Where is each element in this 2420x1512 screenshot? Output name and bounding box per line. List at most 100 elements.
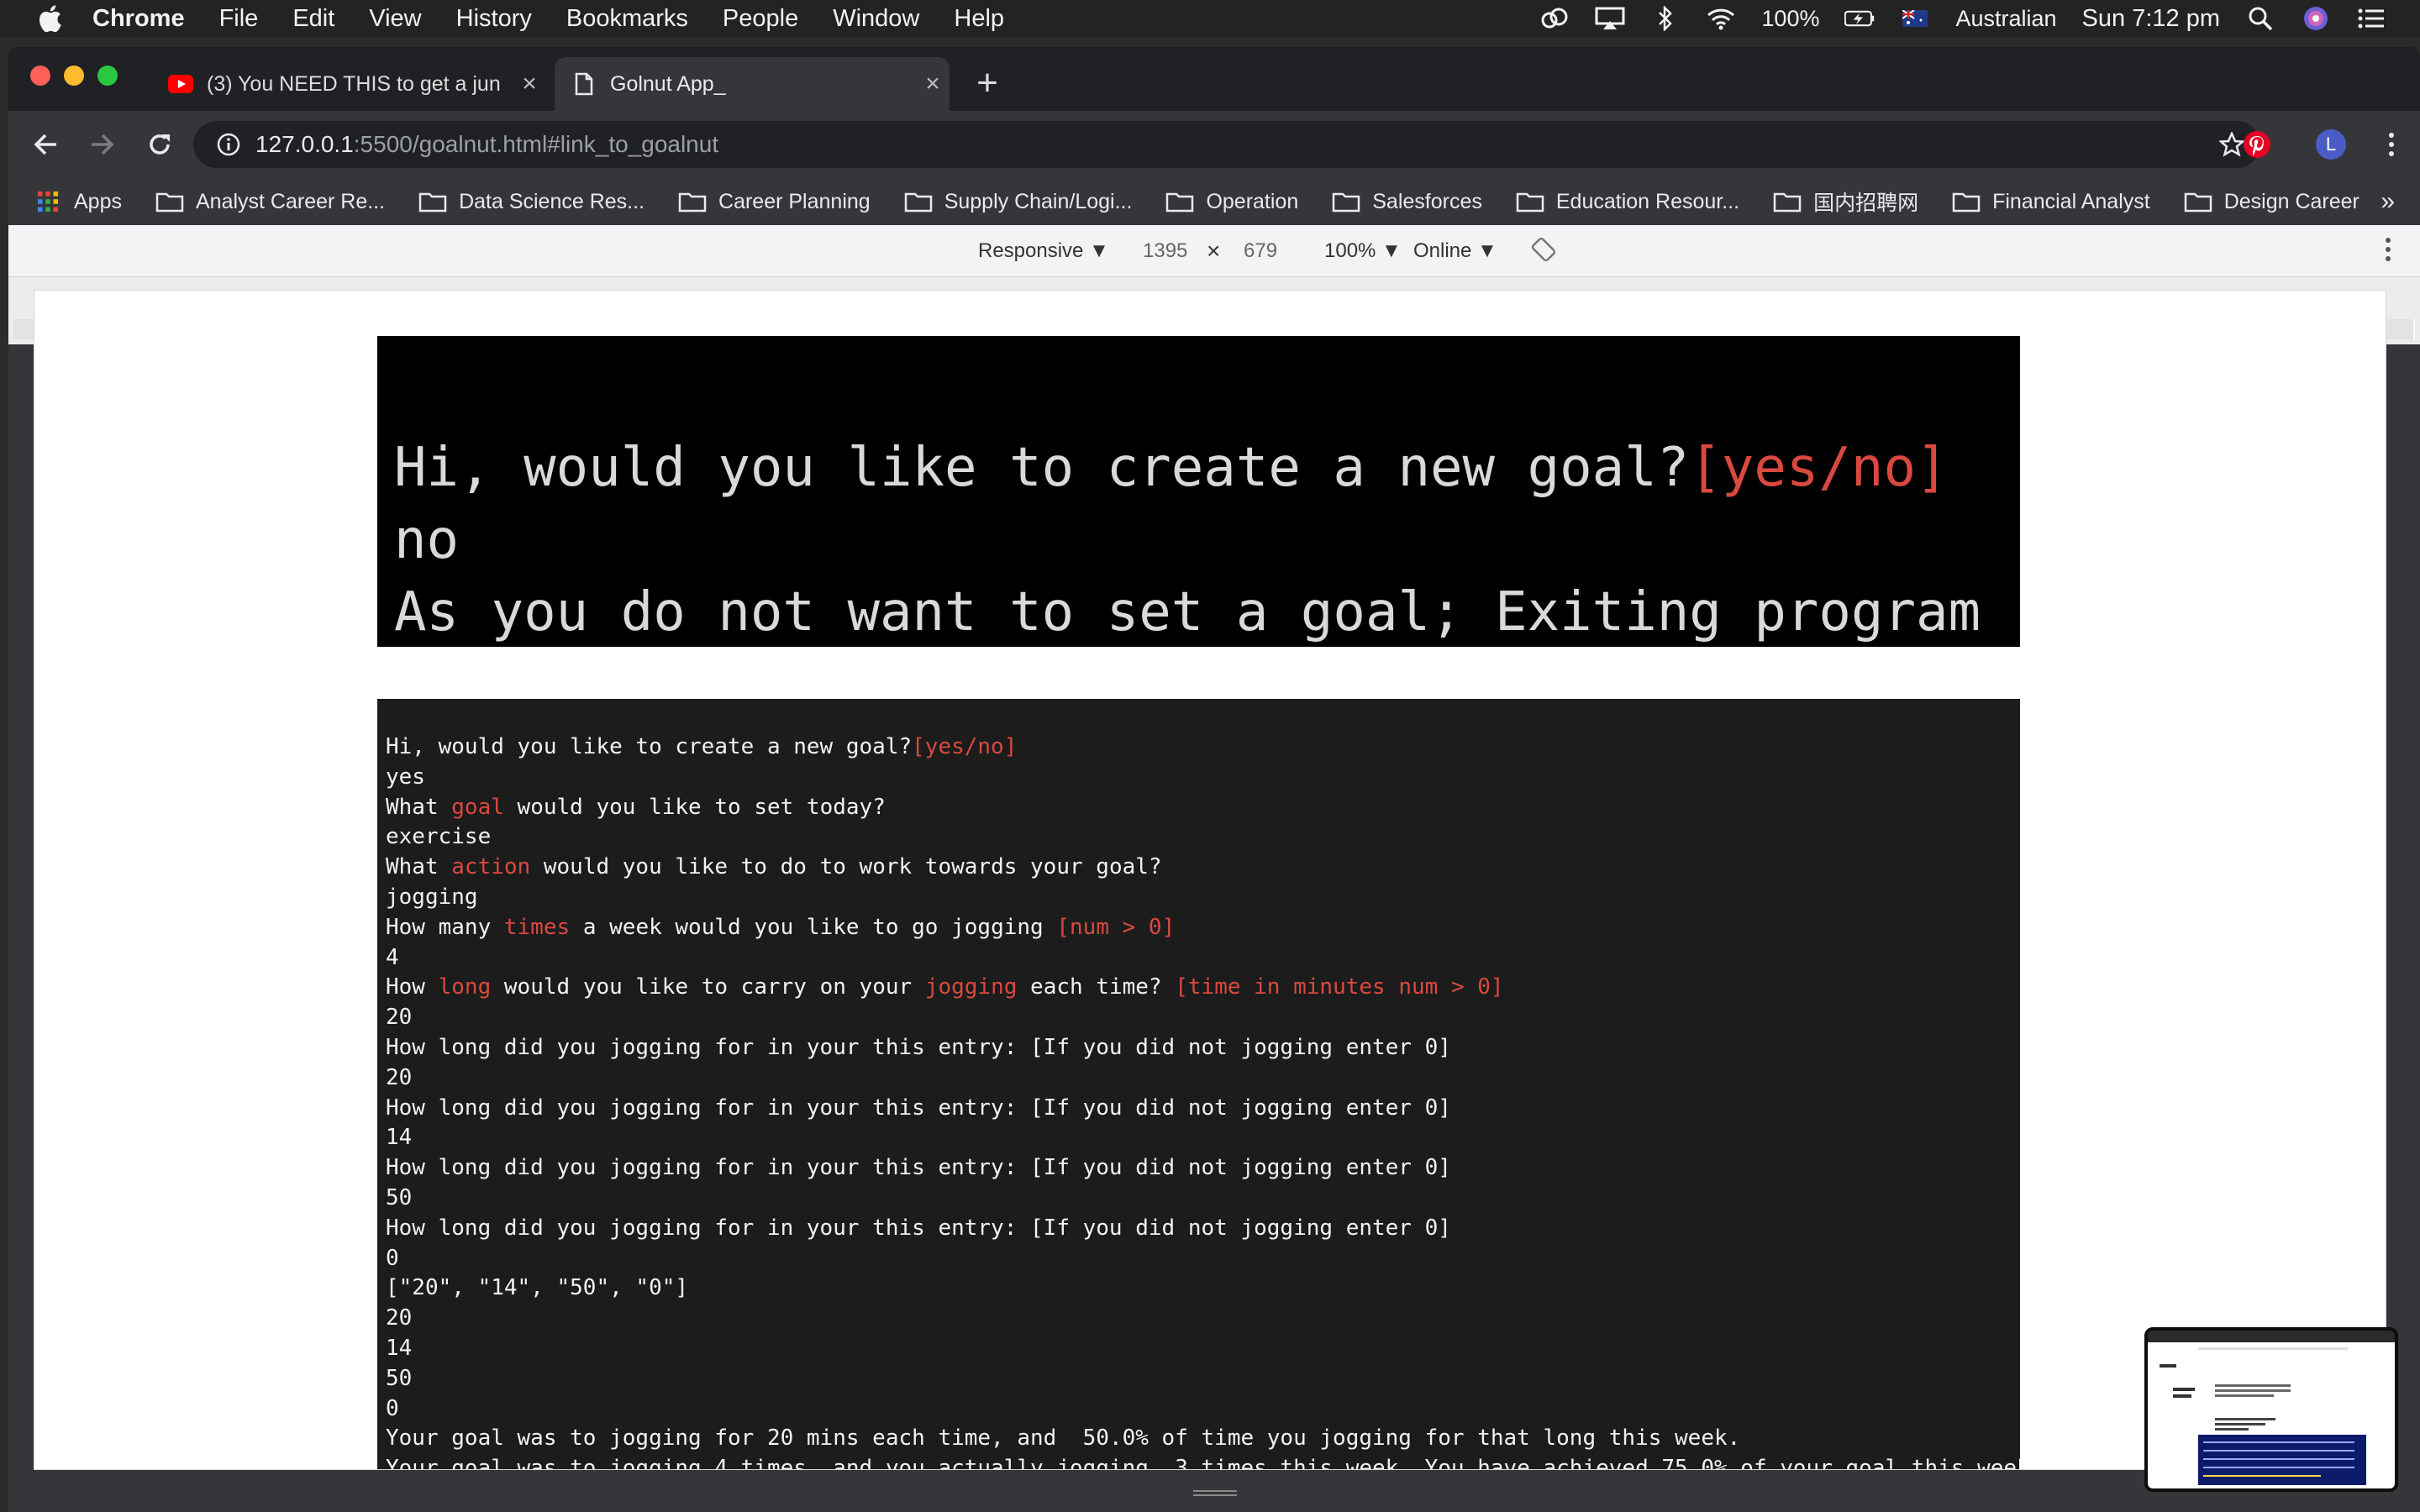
terminal-text: How long did you jogging for in your thi… <box>386 1095 1451 1121</box>
terminal-text: 4 <box>386 944 399 970</box>
highlighted-text: action <box>451 854 531 880</box>
terminal-line: 50 <box>377 1184 2020 1214</box>
bookmark-folder[interactable]: Supply Chain/Logi... <box>904 189 1133 214</box>
terminal-line: As you do not want to set a goal; Exitin… <box>394 581 1981 643</box>
menubar-clock[interactable]: Sun 7:12 pm <box>2082 5 2220 33</box>
chrome-menu-icon[interactable] <box>2370 123 2413 166</box>
dimension-separator: × <box>1207 238 1221 264</box>
url-host: 127.0.0.1 <box>255 131 354 157</box>
tab-title: Golnut App_ <box>610 71 726 96</box>
terminal-line: What action would you like to do to work… <box>377 853 2020 883</box>
terminal-text: ["20", "14", "50", "0"] <box>386 1275 689 1301</box>
menu-history[interactable]: History <box>456 5 532 33</box>
bookmark-apps[interactable]: Apps <box>34 190 122 214</box>
tab-golnut-app[interactable]: Golnut App_ × <box>555 57 950 111</box>
notification-center-icon[interactable] <box>2356 6 2386 31</box>
menu-file[interactable]: File <box>219 5 259 33</box>
menu-window[interactable]: Window <box>833 5 919 33</box>
folder-icon <box>904 192 932 213</box>
terminal-line: 50 <box>377 1364 2020 1394</box>
wifi-icon[interactable] <box>1706 6 1736 31</box>
bookmark-folder[interactable]: Data Science Res... <box>418 190 644 214</box>
bookmark-folder[interactable]: 国内招聘网 <box>1773 186 1918 217</box>
menu-bookmarks[interactable]: Bookmarks <box>566 5 688 33</box>
tab-youtube[interactable]: (3) You NEED THIS to get a jun × <box>151 57 546 111</box>
folder-icon <box>155 192 184 213</box>
terminal-line: yes <box>377 763 2020 793</box>
terminal-line: 0 <box>377 1244 2020 1274</box>
bookmark-folder[interactable]: Education Resour... <box>1516 190 1739 214</box>
creative-cloud-icon[interactable] <box>1539 6 1570 31</box>
highlighted-text: [num > 0] <box>1056 914 1176 940</box>
viewport-resize-handle[interactable] <box>1193 1487 1237 1496</box>
apple-logo-icon[interactable] <box>35 3 64 34</box>
bookmark-folder[interactable]: Salesforces <box>1332 190 1482 214</box>
battery-charging-icon[interactable] <box>1844 6 1875 31</box>
terminal-line: Hi, would you like to create a new goal?… <box>394 437 1949 499</box>
terminal-text: How long did you jogging for in your thi… <box>386 1034 1451 1060</box>
window-minimize-button[interactable] <box>64 66 84 86</box>
bookmark-folder[interactable]: Analyst Career Re... <box>155 190 385 214</box>
bookmark-folder[interactable]: Design Career <box>2184 190 2360 214</box>
menu-help[interactable]: Help <box>954 5 1004 33</box>
viewport-width-input[interactable]: 1395 <box>1143 239 1187 263</box>
bookmark-folder[interactable]: Financial Analyst <box>1952 190 2150 214</box>
bookmark-label: Financial Analyst <box>1992 189 2150 213</box>
reload-icon[interactable] <box>134 119 185 170</box>
menu-view[interactable]: View <box>369 5 421 33</box>
bookmark-folder[interactable]: Operation <box>1165 190 1298 214</box>
terminal-text: What <box>386 854 452 880</box>
tab-close-icon[interactable]: × <box>513 70 546 98</box>
forward-arrow-icon[interactable] <box>77 119 128 170</box>
window-close-button[interactable] <box>30 66 50 86</box>
prompt-text: Hi, would you like to create a new goal? <box>394 437 1690 499</box>
highlighted-text: [time in minutes num > 0] <box>1175 974 1504 1000</box>
site-info-icon[interactable] <box>212 133 245 156</box>
bookmark-label: Supply Chain/Logi... <box>944 189 1133 213</box>
zoom-select[interactable]: 100% ▼ <box>1324 239 1402 263</box>
australian-flag-icon[interactable] <box>1900 6 1930 31</box>
terminal-text: How long did you jogging for in your thi… <box>386 1215 1451 1241</box>
terminal-text: yes <box>386 764 425 790</box>
siri-icon[interactable] <box>2301 6 2331 31</box>
bluetooth-icon[interactable] <box>1650 6 1681 31</box>
macos-menu-bar: Chrome File Edit View History Bookmarks … <box>0 0 2420 37</box>
device-select[interactable]: Responsive ▼ <box>978 239 1109 263</box>
highlighted-text: jogging <box>924 974 1018 1000</box>
highlighted-text: goal <box>451 794 504 820</box>
tab-close-icon[interactable]: × <box>916 70 950 98</box>
bookmarks-overflow-button[interactable]: » <box>2381 187 2395 216</box>
terminal-line: no <box>394 509 460 571</box>
window-zoom-button[interactable] <box>97 66 118 86</box>
terminal-text: 0 <box>386 1395 399 1421</box>
highlighted-text: [yes/no] <box>912 734 1018 759</box>
input-source-label[interactable]: Australian <box>1955 6 2056 32</box>
terminal-screenshot-session: Hi, would you like to create a new goal?… <box>377 699 2020 1469</box>
airplay-icon[interactable] <box>1595 6 1625 31</box>
new-tab-button[interactable]: + <box>966 62 1008 104</box>
address-bar[interactable]: 127.0.0.1:5500/goalnut.html#link_to_goal… <box>193 121 2260 168</box>
rotate-icon[interactable] <box>1531 237 1556 268</box>
terminal-line: 14 <box>377 1123 2020 1153</box>
pinterest-extension-icon[interactable] <box>2235 123 2279 166</box>
prompt-options: [yes/no] <box>1689 437 1949 499</box>
bookmark-folder[interactable]: Career Planning <box>678 190 871 214</box>
viewport-height-input[interactable]: 679 <box>1244 239 1277 263</box>
menu-app-name[interactable]: Chrome <box>92 5 185 33</box>
network-throttle-select[interactable]: Online ▼ <box>1413 239 1497 263</box>
screenshot-thumbnail-preview[interactable] <box>2144 1327 2398 1492</box>
back-arrow-icon[interactable] <box>20 119 71 170</box>
menu-people[interactable]: People <box>723 5 798 33</box>
folder-icon <box>1516 192 1544 213</box>
terminal-text: jogging <box>386 884 478 910</box>
terminal-line: What goal would you like to set today? <box>377 793 2020 823</box>
terminal-text: would you like to carry on your <box>491 974 925 1000</box>
profile-avatar[interactable]: L <box>2309 123 2353 166</box>
devtools-more-icon[interactable] <box>2385 237 2391 268</box>
terminal-line: exercise <box>377 822 2020 853</box>
devtools-device-toolbar: Responsive ▼ 1395 × 679 100% ▼ Online ▼ <box>8 225 2420 277</box>
terminal-line: How long did you jogging for in your thi… <box>377 1214 2020 1244</box>
spotlight-search-icon[interactable] <box>2245 6 2275 31</box>
menu-edit[interactable]: Edit <box>292 5 334 33</box>
browser-toolbar: 127.0.0.1:5500/goalnut.html#link_to_goal… <box>8 111 2420 178</box>
